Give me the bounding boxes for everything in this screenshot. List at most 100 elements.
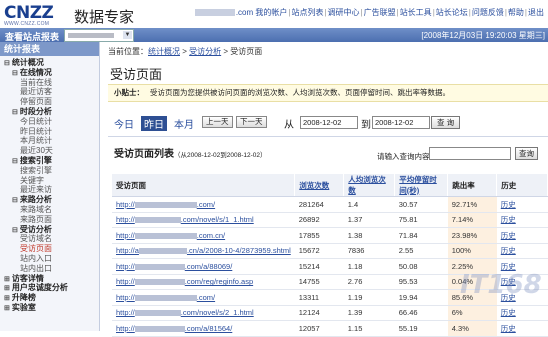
sidebar-item[interactable]: ⊟ 在线情况 [0, 68, 99, 78]
breadcrumb-current: 受访页面 [230, 47, 263, 56]
sidebar-item[interactable]: 停留页面 [0, 97, 99, 107]
sidebar-item[interactable]: 来路页面 [0, 215, 99, 225]
collapse-icon[interactable]: ⊟ [12, 227, 18, 234]
history-link[interactable]: 历史 [501, 200, 516, 209]
link-my-account[interactable]: .com 我的帐户 [236, 8, 288, 17]
link-site-list[interactable]: 站点列表 [291, 8, 323, 17]
expand-icon[interactable]: ⊞ [4, 305, 10, 312]
tab-yesterday[interactable]: 昨日 [141, 116, 167, 131]
list-title: 受访页面列表（从2008-12-02到2008-12-02） [114, 145, 267, 160]
history-link[interactable]: 历史 [501, 308, 516, 317]
sort-avg-views-link[interactable]: 人均浏览次数 [348, 175, 386, 195]
sidebar-item[interactable]: ⊟ 时段分析 [0, 107, 99, 117]
sidebar-item[interactable]: ⊟ 来路分析 [0, 195, 99, 205]
sidebar-item[interactable]: 关键字 [0, 176, 99, 186]
sidebar-item-label: 升降榜 [11, 293, 36, 303]
sidebar-item[interactable]: 最近访客 [0, 87, 99, 97]
bounce-cell: 7.14% [447, 212, 497, 228]
cnzz-logo[interactable]: CNZZ [4, 3, 54, 23]
breadcrumb-visit-analysis[interactable]: 受访分析 [189, 47, 221, 56]
link-survey[interactable]: 调研中心 [328, 8, 360, 17]
query-button[interactable]: 查 询 [431, 116, 461, 129]
sidebar-item[interactable]: 昨日统计 [0, 127, 99, 137]
col-avg-time[interactable]: 平均停留时间(秒) [394, 174, 449, 197]
col-pageviews[interactable]: 浏览次数 [294, 174, 345, 197]
avg-time-cell: 75.81 [394, 212, 448, 228]
link-forum[interactable]: 站长论坛 [436, 8, 468, 17]
sidebar-item[interactable]: 最近来访 [0, 185, 99, 195]
date-filters: 今日 昨日 本月 上一天 下一天 从 2008-12-02 到 2008-12-… [114, 116, 544, 131]
link-ad-union[interactable]: 广告联盟 [364, 8, 396, 17]
page-url-link[interactable]: http://a .cn/a/2008-10-4/2873959.shtml [116, 246, 291, 255]
sidebar-item[interactable]: 今日统计 [0, 117, 99, 127]
blurred-site-name [68, 33, 114, 38]
page-url-link[interactable]: http:// .com/ [116, 293, 215, 302]
history-link[interactable]: 历史 [501, 324, 516, 333]
sidebar-item[interactable]: ⊞ 用户忠诚度分析 [0, 283, 99, 293]
sidebar-item-label: 在线情况 [19, 67, 52, 77]
sidebar-item[interactable]: 受访页面 [0, 244, 99, 254]
next-day-button[interactable]: 下一天 [236, 116, 267, 128]
sidebar-item[interactable]: ⊞ 访客详情 [0, 274, 99, 284]
sort-avg-time-link[interactable]: 平均停留时间(秒) [399, 175, 437, 195]
sidebar-item[interactable]: 搜索引擎 [0, 166, 99, 176]
sidebar-list: ⊟ 统计概况 ⊟ 在线情况 当前在线 最近访客 停留页面 ⊟ 时段分析 今日统计 昨日统计 本月统计最… [0, 58, 99, 313]
page-url-link[interactable]: http:// .com/a/88069/ [116, 262, 232, 271]
page-url-link[interactable]: http:// .com/novel/s/1_1.html [116, 215, 254, 224]
page-url-link[interactable]: http:// .com/reg/reginfo.asp [116, 277, 253, 286]
search-input[interactable] [429, 147, 511, 160]
avg-views-cell: 1.15 [343, 320, 395, 337]
sidebar-item[interactable]: 来路域名 [0, 205, 99, 215]
history-link[interactable]: 历史 [501, 215, 516, 224]
tab-today[interactable]: 今日 [114, 116, 134, 131]
sidebar-item[interactable]: ⊞ 实验室 [0, 303, 99, 313]
sidebar-item[interactable]: 最近30天 [0, 146, 99, 156]
sidebar-item[interactable]: ⊟ 搜索引擎 [0, 156, 99, 166]
bounce-cell: 23.98% [447, 227, 497, 244]
collapse-icon[interactable]: ⊟ [12, 197, 18, 204]
tip-box: 小贴士： 受访页面为您提供被访问页面的浏览次数、人均浏览次数、页面停留时间、跳出率… [108, 84, 548, 102]
url-prefix: http:// [116, 292, 135, 302]
tab-month[interactable]: 本月 [174, 116, 194, 131]
history-link[interactable]: 历史 [501, 246, 516, 255]
collapse-icon[interactable]: ⊟ [12, 70, 18, 77]
page-url-link[interactable]: http:// .com.cn/ [116, 231, 225, 240]
sidebar-item[interactable]: 当前在线 [0, 78, 99, 88]
site-select[interactable]: ▼ [64, 29, 134, 42]
page-url-link[interactable]: http:// .com/ [116, 200, 215, 209]
collapse-icon[interactable]: ⊟ [12, 109, 18, 116]
end-date-input[interactable]: 2008-12-02 [372, 116, 430, 129]
col-bounce[interactable]: 跳出率 [447, 174, 498, 197]
link-feedback[interactable]: 问题反馈 [472, 8, 504, 17]
sidebar-item-label: 最近来访 [20, 185, 52, 195]
sidebar-item[interactable]: 受访域名 [0, 234, 99, 244]
expand-icon[interactable]: ⊞ [4, 276, 10, 283]
expand-icon[interactable]: ⊞ [4, 295, 10, 302]
sidebar-item[interactable]: ⊟ 统计概况 [0, 58, 99, 68]
breadcrumb-overview[interactable]: 统计概况 [148, 47, 180, 56]
start-date-input[interactable]: 2008-12-02 [300, 116, 358, 129]
history-link[interactable]: 历史 [501, 231, 516, 240]
pageviews-cell: 13311 [294, 289, 344, 306]
sidebar-item[interactable]: ⊟ 受访分析 [0, 225, 99, 235]
link-help[interactable]: 帮助 [508, 8, 524, 17]
page-url-link[interactable]: http:// .com/novel/s/2_1.html [116, 308, 254, 317]
sidebar-item[interactable]: 站内出口 [0, 264, 99, 274]
search-button[interactable]: 查询 [515, 147, 538, 160]
collapse-icon[interactable]: ⊟ [12, 158, 18, 165]
sort-pageviews-link[interactable]: 浏览次数 [299, 181, 329, 190]
prev-day-button[interactable]: 上一天 [202, 116, 233, 128]
chevron-down-icon[interactable]: ▼ [123, 31, 132, 39]
pageviews-cell: 281264 [294, 196, 344, 213]
link-logout[interactable]: 退出 [528, 8, 544, 17]
link-tools[interactable]: 站长工具 [400, 8, 432, 17]
brand-title: 数据专家 [74, 8, 135, 26]
sidebar-item[interactable]: 站内入口 [0, 254, 99, 264]
sidebar-item-label: 当前在线 [20, 77, 52, 87]
expand-icon[interactable]: ⊞ [4, 285, 10, 292]
col-avg-views[interactable]: 人均浏览次数 [343, 174, 396, 197]
collapse-icon[interactable]: ⊟ [4, 60, 10, 67]
page-url-link[interactable]: http:// .com/a/81564/ [116, 324, 232, 333]
sidebar-item[interactable]: ⊞ 升降榜 [0, 293, 99, 303]
sidebar-item[interactable]: 本月统计 [0, 136, 99, 146]
